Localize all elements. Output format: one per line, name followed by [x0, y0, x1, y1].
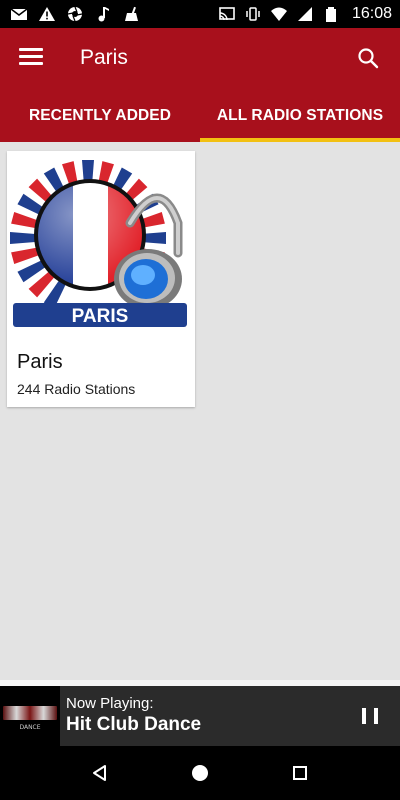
- track-title: Hit Club Dance: [66, 713, 202, 735]
- signal-icon: [296, 6, 314, 22]
- toolbar: Paris: [0, 28, 400, 90]
- home-icon[interactable]: [150, 764, 250, 782]
- now-playing-info: Now Playing: Hit Club Dance: [66, 694, 358, 736]
- battery-icon: [322, 6, 340, 22]
- content-area: PARIS Paris 244 Radio Stations: [0, 142, 400, 686]
- music-note-icon: [94, 6, 112, 22]
- svg-text:PARIS: PARIS: [72, 306, 129, 327]
- back-icon[interactable]: [50, 764, 150, 782]
- search-icon[interactable]: [356, 46, 380, 70]
- card-title: Paris: [17, 351, 63, 373]
- cast-icon: [218, 6, 236, 22]
- now-playing-label: Now Playing:: [66, 694, 154, 712]
- paris-radio-logo: PARIS: [10, 153, 192, 329]
- recents-icon[interactable]: [250, 765, 350, 781]
- card-subtitle: 244 Radio Stations: [17, 381, 136, 397]
- notification-icons: [10, 6, 140, 22]
- vibrate-icon: [244, 6, 262, 22]
- system-icons: 16:08: [218, 5, 392, 23]
- alert-icon: [38, 6, 56, 22]
- page-title: Paris: [80, 46, 128, 69]
- tab-bar: RECENTLY ADDED ALL RADIO STATIONS: [0, 90, 400, 142]
- aperture-icon: [66, 6, 84, 22]
- tab-all-radio-stations[interactable]: ALL RADIO STATIONS: [200, 90, 400, 142]
- clock: 16:08: [351, 5, 392, 22]
- navigation-bar: [0, 746, 400, 800]
- now-playing-bar[interactable]: DANCE Now Playing: Hit Club Dance: [0, 686, 400, 746]
- menu-icon[interactable]: [19, 48, 43, 68]
- cleaner-icon: [122, 6, 140, 22]
- station-card-paris[interactable]: PARIS Paris 244 Radio Stations: [7, 151, 195, 407]
- mail-icon: [10, 6, 28, 22]
- wifi-icon: [270, 6, 288, 22]
- app-bar: Paris RECENTLY ADDED ALL RADIO STATIONS: [0, 28, 400, 142]
- tab-recently-added[interactable]: RECENTLY ADDED: [0, 90, 200, 142]
- station-artwork: DANCE: [0, 686, 60, 746]
- pause-icon[interactable]: [358, 704, 382, 728]
- status-bar: 16:08: [0, 0, 400, 28]
